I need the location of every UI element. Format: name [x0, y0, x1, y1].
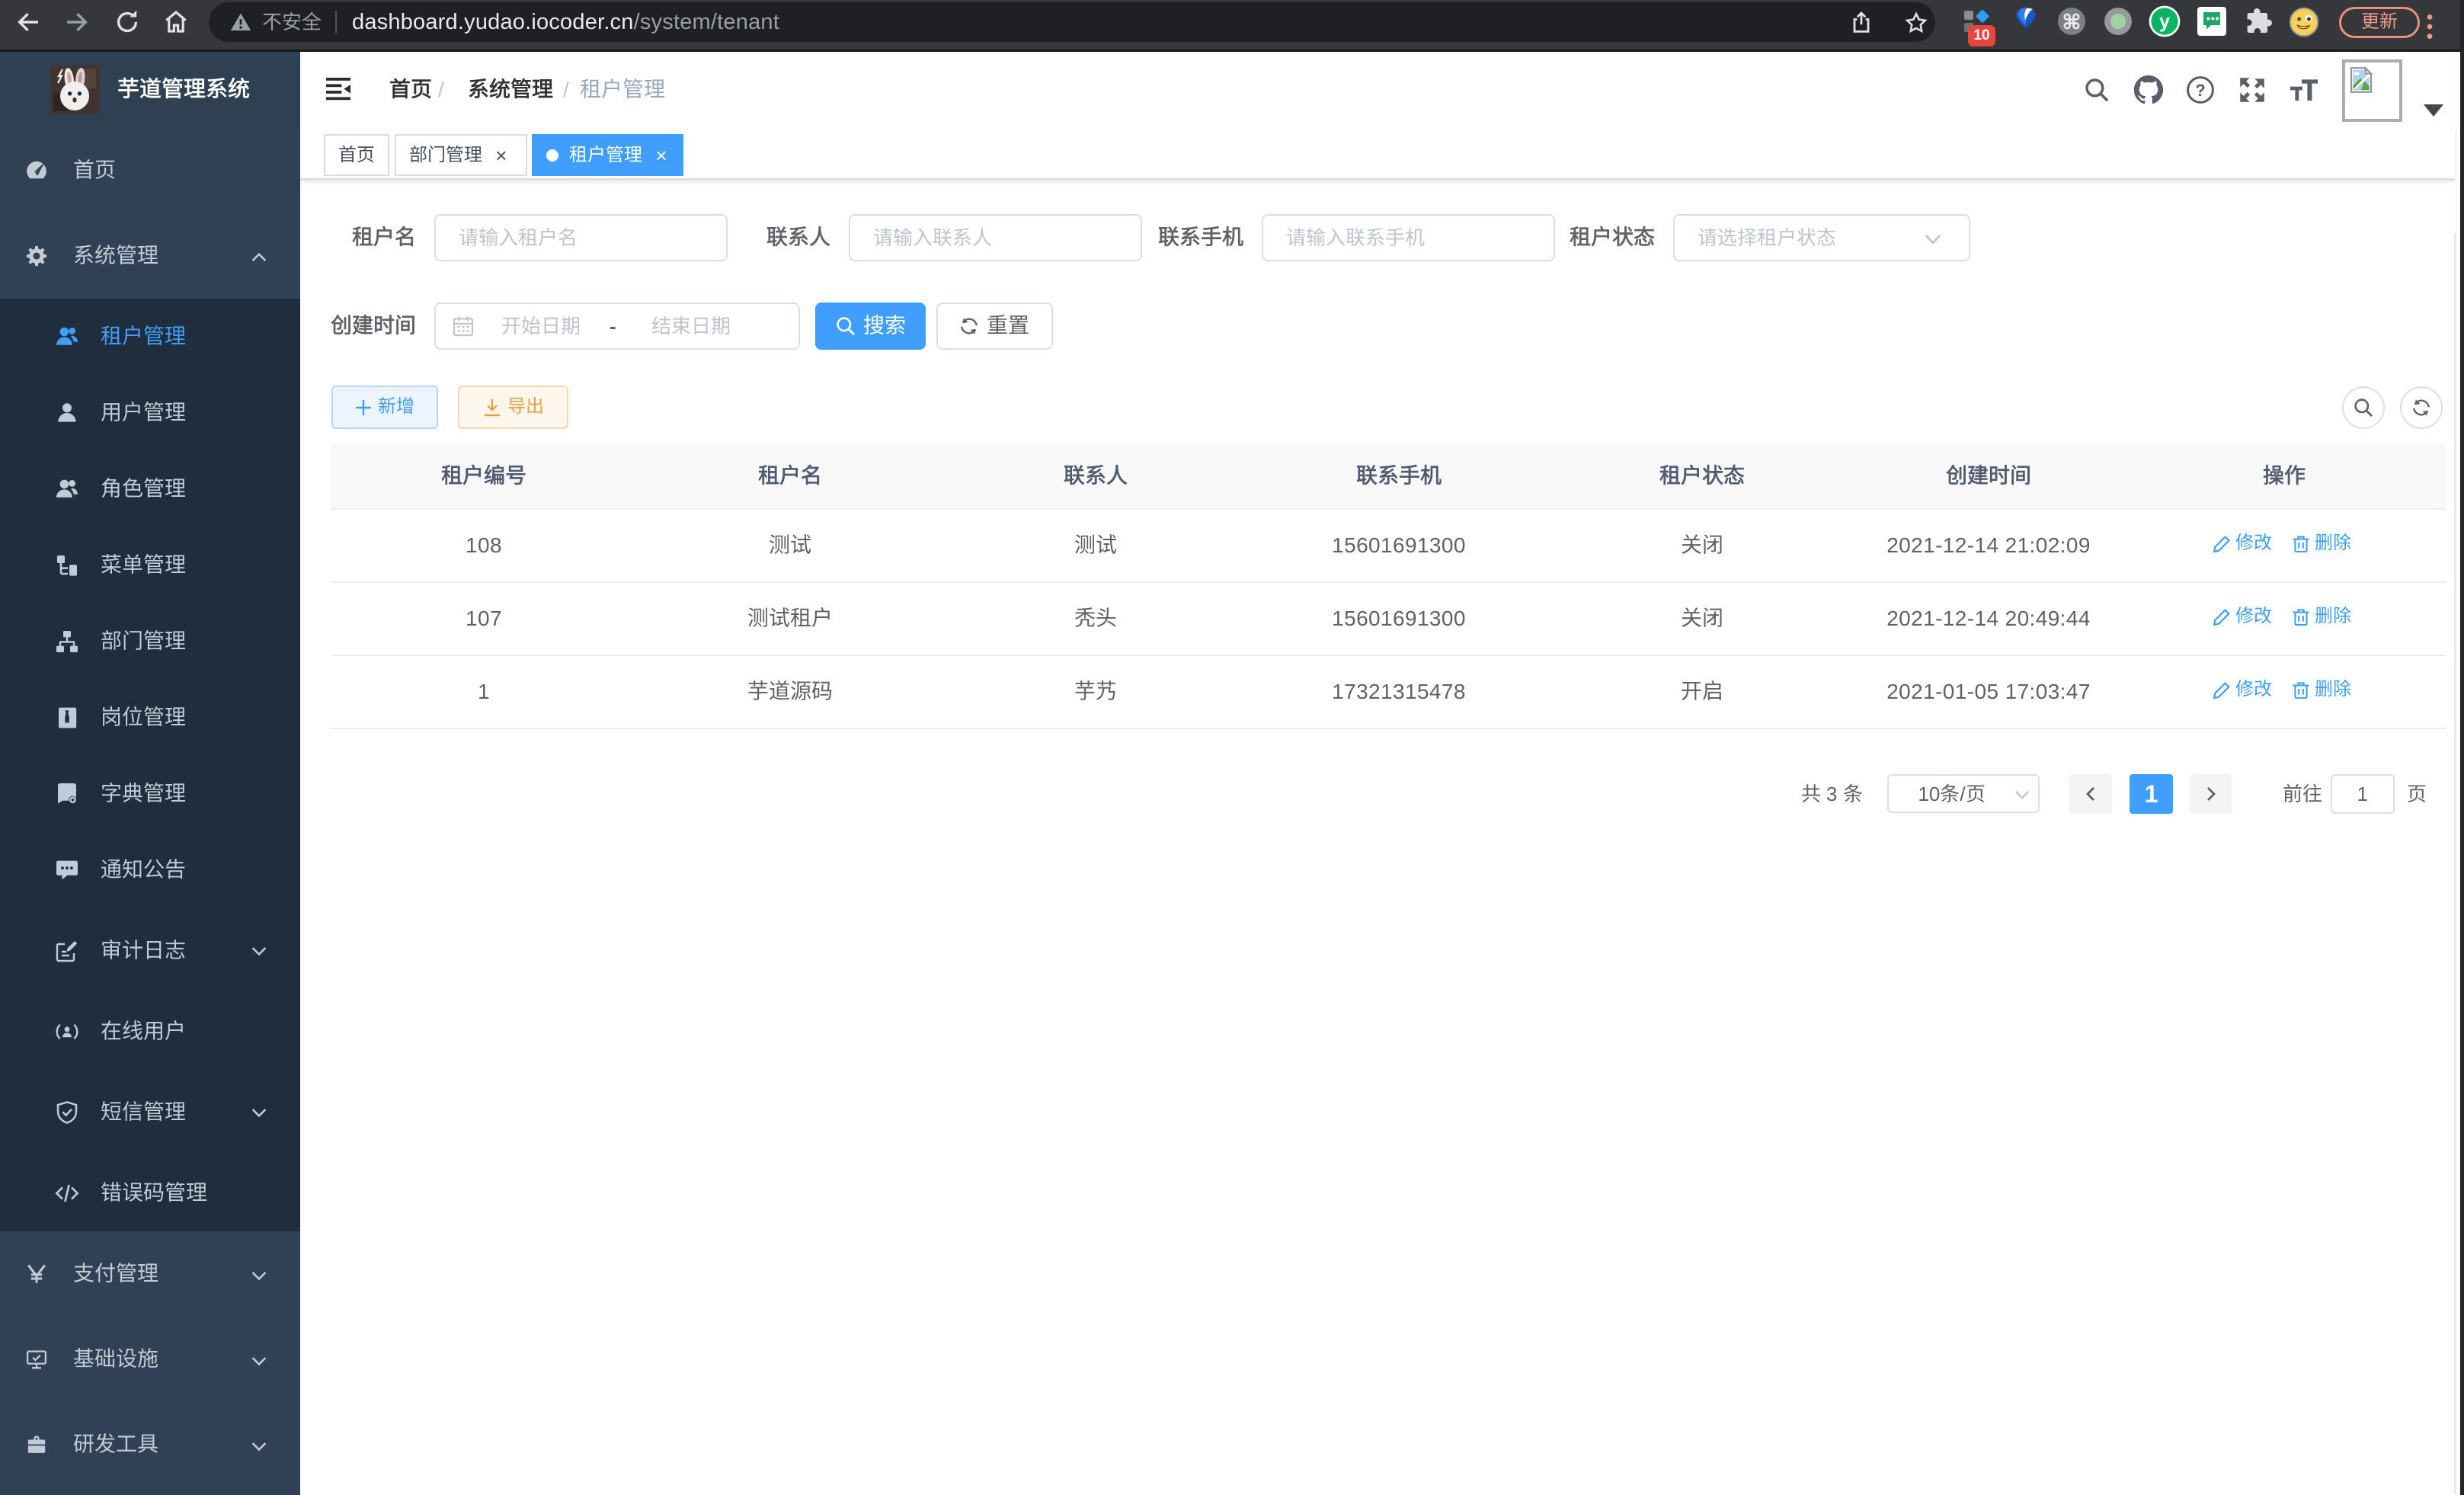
svg-text:y: y [2159, 11, 2170, 33]
svg-text:?: ? [2195, 81, 2205, 100]
